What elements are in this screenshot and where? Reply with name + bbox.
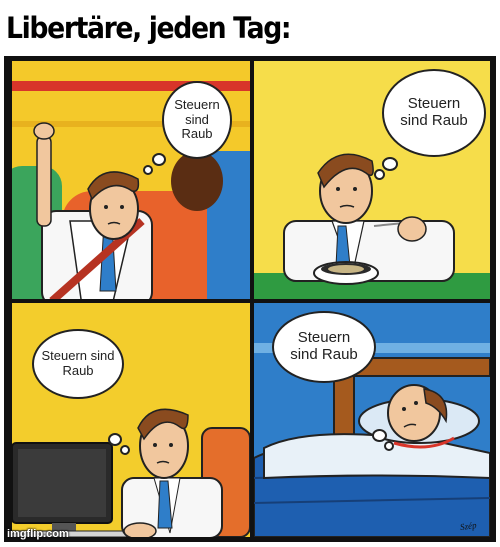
thought-trail-commute (152, 153, 166, 166)
thought-bubble-eating: Steuern sind Raub (382, 69, 486, 157)
thought-trail-bed (372, 429, 387, 442)
thought-trail-computer (108, 433, 122, 446)
panel-commute: Steuern sind Raub (12, 61, 250, 299)
thought-bubble-commute: Steuern sind Raub (162, 81, 232, 159)
thought-trail-commute (143, 165, 153, 175)
thought-trail-eating (382, 157, 398, 171)
thought-bubble-computer: Steuern sind Raub (32, 329, 124, 399)
panel-computer: Steuern sind Raub (12, 303, 250, 537)
panel-bed: Steuern sind Raub Szép (254, 303, 490, 537)
panel-eating: Steuern sind Raub (254, 61, 490, 299)
meme-title: Libertäre, jeden Tag: (6, 11, 292, 45)
thought-trail-computer (120, 445, 130, 455)
comic-strip: Steuern sind Raub Steuern sind Raub Steu… (4, 56, 496, 542)
imgflip-watermark: imgflip.com (7, 528, 69, 540)
thought-trail-bed (384, 441, 394, 451)
thought-trail-eating (374, 169, 385, 180)
thought-bubble-bed: Steuern sind Raub (272, 311, 376, 383)
